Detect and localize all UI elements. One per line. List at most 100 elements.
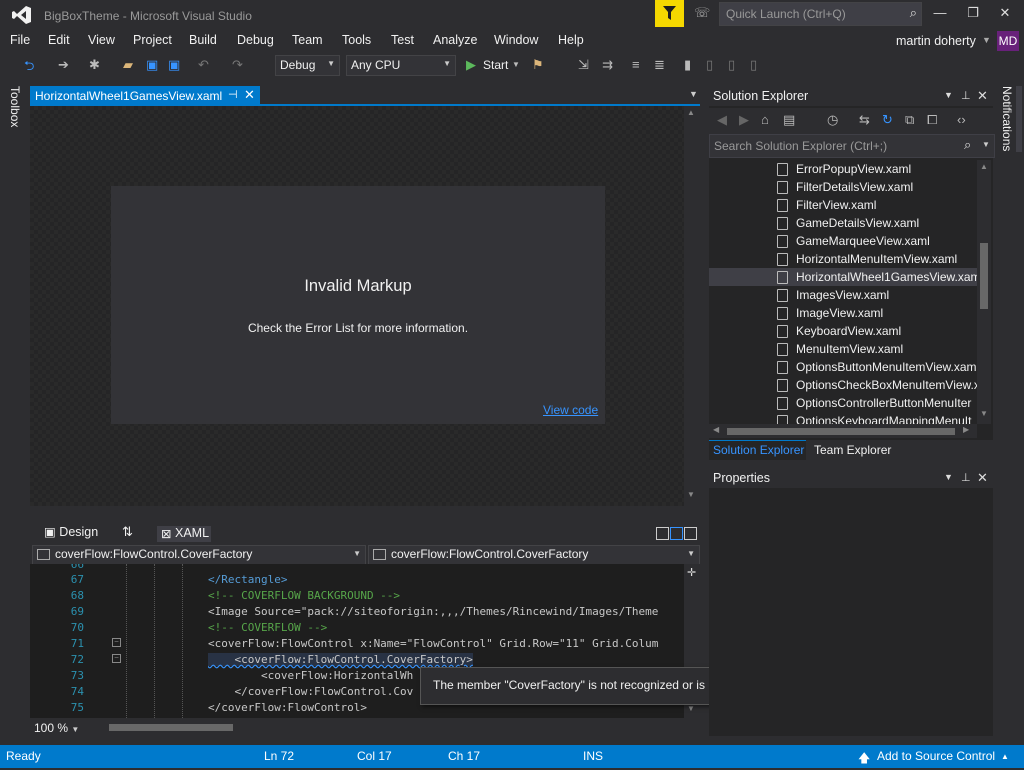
document-tab[interactable]: HorizontalWheel1GamesView.xaml ⊣ ✕ (30, 86, 260, 105)
quick-launch-input[interactable]: Quick Launch (Ctrl+Q) ⌕ (719, 2, 922, 26)
list-item[interactable]: ErrorPopupView.xaml (709, 160, 977, 178)
pin-icon[interactable]: ⊥ (961, 471, 971, 484)
step-over-icon[interactable]: ⇉ (602, 57, 613, 73)
list-item-selected[interactable]: HorizontalWheel1GamesView.xam (709, 268, 977, 286)
redo-icon[interactable]: ↷ (232, 57, 243, 73)
clear-bookmarks-icon[interactable]: ▯ (750, 57, 757, 73)
uncomment-icon[interactable]: ≣ (654, 57, 665, 73)
close-icon[interactable]: ✕ (977, 88, 988, 104)
scroll-up-icon[interactable]: ▲ (687, 108, 695, 117)
design-tab[interactable]: ▣ Design (44, 524, 98, 539)
menu-edit[interactable]: Edit (48, 33, 70, 47)
add-to-source-control-button[interactable]: Add to Source Control (877, 749, 995, 763)
scroll-up-icon[interactable]: ▲ (980, 162, 988, 171)
navigate-forward-icon[interactable]: ➔ (58, 57, 69, 73)
view-code-icon[interactable]: ‹› (957, 112, 966, 127)
list-item[interactable]: KeyboardView.xaml (709, 322, 977, 340)
menu-tools[interactable]: Tools (342, 33, 371, 47)
save-all-icon[interactable]: ▣ (168, 57, 180, 73)
refresh-icon[interactable]: ↻ (882, 112, 893, 128)
collapse-icon[interactable]: − (112, 654, 121, 663)
menu-window[interactable]: Window (494, 33, 538, 47)
tab-team-explorer[interactable]: Team Explorer (814, 443, 891, 457)
chevron-down-icon[interactable]: ▼ (982, 140, 990, 149)
close-icon[interactable]: ✕ (977, 470, 988, 486)
menu-debug[interactable]: Debug (237, 33, 274, 47)
menu-team[interactable]: Team (292, 33, 323, 47)
design-vertical-scrollbar[interactable]: ▲ ▼ (684, 106, 698, 506)
horizontal-scroll-thumb[interactable] (727, 428, 955, 435)
list-item[interactable]: ImagesView.xaml (709, 286, 977, 304)
collapse-icon[interactable]: − (112, 638, 121, 647)
close-icon[interactable]: ✕ (244, 87, 255, 103)
next-bookmark-icon[interactable]: ▯ (728, 57, 735, 73)
menu-file[interactable]: File (10, 33, 30, 47)
chevron-down-icon[interactable]: ▼ (689, 89, 698, 99)
list-item[interactable]: FilterDetailsView.xaml (709, 178, 977, 196)
list-item[interactable]: HorizontalMenuItemView.xaml (709, 250, 977, 268)
view-code-link[interactable]: View code (543, 403, 598, 417)
menu-project[interactable]: Project (133, 33, 172, 47)
collapse-pane-icon[interactable] (684, 527, 697, 540)
close-window-button[interactable]: ✕ (992, 5, 1018, 25)
sync-icon[interactable]: ⇆ (859, 112, 870, 128)
solution-platform-select[interactable]: Any CPU ▼ (346, 55, 456, 76)
bookmark-icon[interactable]: ▮ (684, 57, 691, 73)
back-icon[interactable]: ◀ (717, 112, 727, 128)
chevron-down-icon[interactable]: ▼ (982, 35, 991, 45)
list-item[interactable]: GameMarqueeView.xaml (709, 232, 977, 250)
list-item[interactable]: OptionsControllerButtonMenuIter (709, 394, 977, 412)
chevron-down-icon[interactable]: ▼ (512, 60, 520, 69)
vertical-scroll-thumb[interactable] (980, 243, 988, 309)
show-all-files-icon[interactable]: ⧠ (927, 112, 937, 128)
pin-icon[interactable]: ⊥ (961, 89, 971, 102)
upload-arrow-icon[interactable]: 🡅 (858, 749, 870, 770)
menu-view[interactable]: View (88, 33, 115, 47)
solution-explorer-tree[interactable]: ErrorPopupView.xaml FilterDetailsView.xa… (709, 160, 977, 424)
comment-icon[interactable]: ≡ (632, 57, 640, 72)
list-item[interactable]: OptionsCheckBoxMenuItemView.x (709, 376, 977, 394)
start-button[interactable]: Start (483, 58, 508, 72)
menu-analyze[interactable]: Analyze (433, 33, 477, 47)
list-item[interactable]: ImageView.xaml (709, 304, 977, 322)
solution-config-select[interactable]: Debug ▼ (275, 55, 340, 76)
menu-help[interactable]: Help (558, 33, 584, 47)
notifications-tab[interactable]: Notifications (1000, 86, 1014, 151)
scroll-down-icon[interactable]: ▼ (980, 409, 988, 418)
collapse-all-icon[interactable]: ⧉ (905, 112, 914, 128)
zoom-select[interactable]: 100 % ▼ (34, 721, 79, 735)
notification-flag-button[interactable] (655, 0, 684, 27)
restore-button[interactable]: ❐ (960, 5, 986, 25)
new-project-icon[interactable]: ✱ (89, 57, 100, 73)
tab-solution-explorer[interactable]: Solution Explorer (709, 440, 806, 460)
chevron-up-icon[interactable]: ▲ (1001, 752, 1009, 761)
prev-bookmark-icon[interactable]: ▯ (706, 57, 713, 73)
design-surface[interactable]: Invalid Markup Check the Error List for … (30, 106, 684, 506)
toolbox-tab[interactable]: Toolbox (8, 86, 22, 127)
scroll-down-icon[interactable]: ▼ (687, 704, 695, 713)
find-in-files-icon[interactable]: ⚑ (532, 57, 544, 73)
save-icon[interactable]: ▣ (146, 57, 158, 73)
member-navigation-select[interactable]: coverFlow:FlowControl.CoverFactory ▼ (368, 545, 700, 565)
properties-panel[interactable] (709, 488, 993, 736)
horizontal-split-icon[interactable] (670, 527, 683, 540)
menu-test[interactable]: Test (391, 33, 414, 47)
avatar[interactable]: MD (997, 31, 1019, 51)
list-item[interactable]: FilterView.xaml (709, 196, 977, 214)
list-item[interactable]: OptionsButtonMenuItemView.xam (709, 358, 977, 376)
solution-explorer-search-input[interactable]: Search Solution Explorer (Ctrl+;) ⌕ ▼ (709, 134, 995, 158)
forward-icon[interactable]: ▶ (739, 112, 749, 128)
list-item[interactable]: MenuItemView.xaml (709, 340, 977, 358)
horizontal-scroll-thumb[interactable] (109, 724, 233, 731)
step-into-icon[interactable]: ⇲ (578, 57, 589, 73)
scroll-left-icon[interactable]: ◀ (713, 425, 719, 434)
xaml-tab[interactable]: ⊠ XAML (157, 526, 211, 542)
undo-icon[interactable]: ↶ (198, 57, 209, 73)
start-play-icon[interactable]: ▶ (466, 57, 476, 73)
menu-build[interactable]: Build (189, 33, 217, 47)
scroll-down-icon[interactable]: ▼ (687, 490, 695, 499)
list-item[interactable]: OptionsKeyboardMappingMenuIt (709, 412, 977, 424)
pin-icon[interactable]: ⊣ (228, 88, 238, 101)
list-item[interactable]: GameDetailsView.xaml (709, 214, 977, 232)
scroll-right-icon[interactable]: ▶ (963, 425, 969, 434)
